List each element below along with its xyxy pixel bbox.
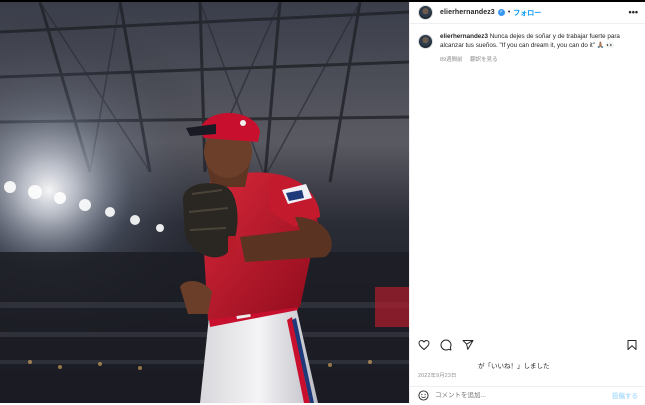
header-separator: • bbox=[507, 9, 511, 16]
post-date[interactable]: 2022年9月23日 bbox=[418, 371, 457, 379]
caption-text: elierhernandez3 Nunca dejes de soñar y d… bbox=[440, 32, 638, 50]
post-side-panel: elierhernandez3 ✓ • フォロー ••• elierhernan… bbox=[409, 2, 645, 403]
likes-text: が「いいね！」しました bbox=[478, 363, 550, 370]
post-comment-button[interactable]: 投稿する bbox=[612, 390, 638, 400]
more-options-icon[interactable]: ••• bbox=[629, 8, 638, 17]
smiley-icon[interactable] bbox=[418, 389, 429, 401]
comment-bar: 投稿する bbox=[410, 386, 645, 403]
follow-button[interactable]: フォロー bbox=[513, 8, 541, 18]
caption-block: elierhernandez3 Nunca dejes de soñar y d… bbox=[410, 32, 645, 63]
likes-summary: が「いいね！」しました bbox=[418, 360, 550, 370]
heart-icon[interactable] bbox=[418, 339, 430, 351]
action-bar bbox=[410, 339, 645, 353]
post-header: elierhernandez3 ✓ • フォロー ••• bbox=[410, 2, 645, 24]
bookmark-icon[interactable] bbox=[626, 339, 638, 351]
verified-badge-icon: ✓ bbox=[497, 9, 505, 16]
caption-time-ago[interactable]: 89週間前 bbox=[440, 57, 463, 63]
comment-input[interactable] bbox=[435, 391, 595, 399]
comment-icon[interactable] bbox=[440, 339, 452, 351]
caption-avatar[interactable] bbox=[418, 34, 433, 49]
paper-plane-icon[interactable] bbox=[462, 339, 474, 351]
caption-meta: 89週間前 翻訳を見る bbox=[440, 55, 638, 63]
header-username-link[interactable]: elierhernandez3 bbox=[440, 9, 495, 16]
caption-username-link[interactable]: elierhernandez3 bbox=[440, 33, 488, 40]
avatar[interactable] bbox=[418, 5, 433, 20]
post-photo[interactable] bbox=[0, 2, 409, 403]
instagram-post-window: elierhernandez3 ✓ • フォロー ••• elierhernan… bbox=[0, 0, 645, 405]
baseball-player-photo bbox=[0, 2, 409, 403]
translate-link[interactable]: 翻訳を見る bbox=[470, 57, 498, 63]
